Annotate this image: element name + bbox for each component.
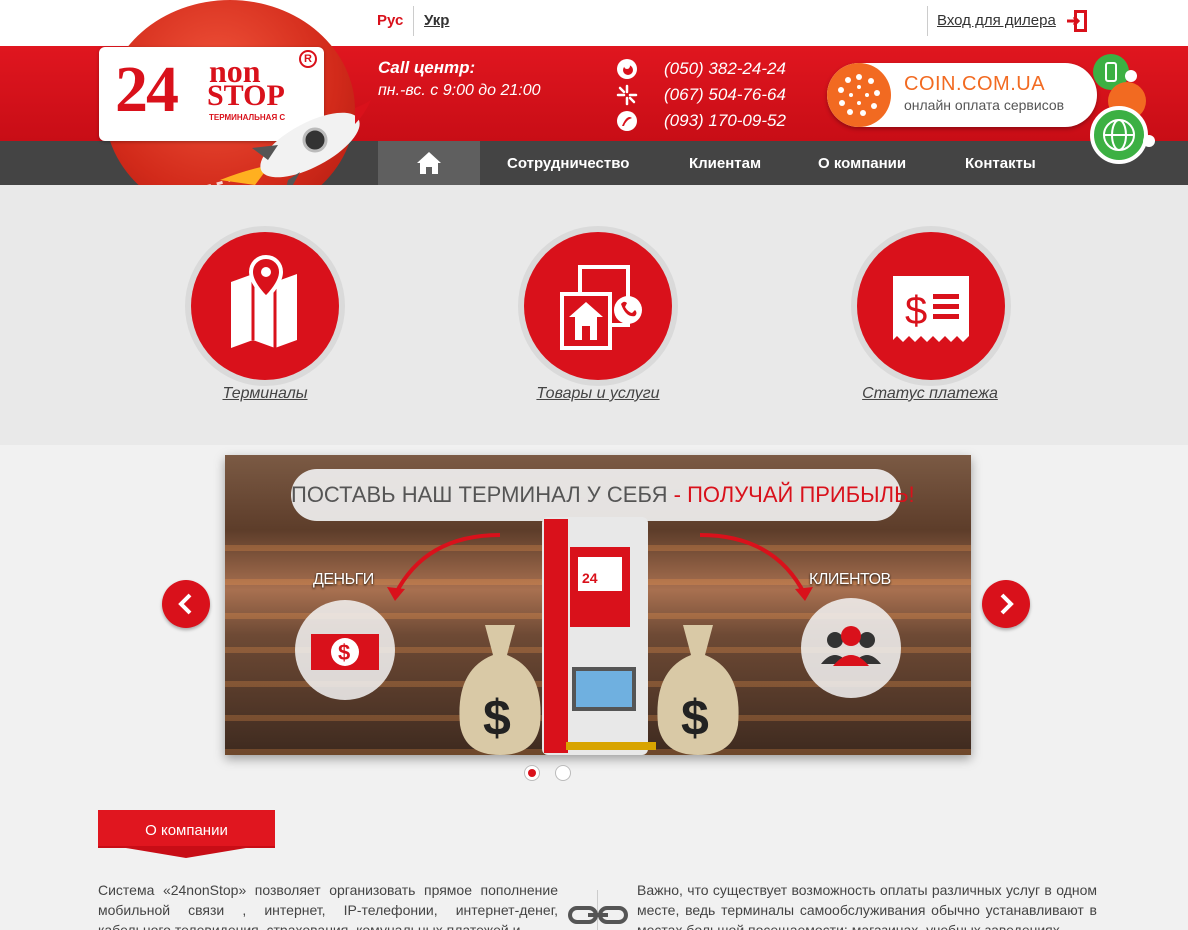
- phone-kyivstar[interactable]: (067) 504-76-64: [664, 85, 786, 105]
- service-terminals-label[interactable]: Терминалы: [165, 385, 365, 403]
- chain-link-icon: [568, 906, 628, 924]
- svg-text:$: $: [681, 690, 709, 746]
- people-group-icon: [821, 626, 881, 666]
- globe-icon: [1090, 106, 1148, 164]
- slider-headline: ПОСТАВЬ НАШ ТЕРМИНАЛ У СЕБЯ - ПОЛУЧАЙ ПР…: [291, 469, 915, 521]
- login-door-icon[interactable]: [1066, 9, 1088, 33]
- service-payment-status-label[interactable]: Статус платежа: [830, 385, 1030, 403]
- promo-slider: ПОСТАВЬ НАШ ТЕРМИНАЛ У СЕБЯ - ПОЛУЧАЙ ПР…: [225, 455, 971, 755]
- coin-title: COIN.COM.UA: [904, 73, 1046, 95]
- vodafone-icon: [617, 59, 637, 79]
- svg-text:$: $: [338, 640, 350, 665]
- lang-uk-link[interactable]: Укр: [424, 12, 449, 29]
- phone-vodafone[interactable]: (050) 382-24-24: [664, 59, 786, 79]
- money-label: ДЕНЬГИ: [313, 571, 374, 588]
- clients-label: КЛИЕНТОВ: [809, 571, 891, 588]
- money-bag-left-icon: $: [459, 625, 541, 755]
- kyivstar-icon: [616, 84, 638, 106]
- nav-item-cooperation[interactable]: Сотрудничество: [507, 155, 629, 172]
- about-right-text: Важно, что существует возможность оплаты…: [637, 882, 1097, 930]
- chevron-right-icon: [1000, 593, 1014, 615]
- slider-dot-1[interactable]: [524, 765, 540, 781]
- goods-services-icon: [560, 265, 642, 350]
- slider-dot-2[interactable]: [555, 765, 571, 781]
- service-goods-label[interactable]: Товары и услуги: [498, 385, 698, 403]
- registered-mark: R: [299, 50, 317, 68]
- lifecell-icon: [617, 111, 637, 131]
- dealer-divider: [927, 6, 928, 36]
- nav-item-contacts[interactable]: Контакты: [965, 155, 1036, 172]
- service-payment-status[interactable]: $: [851, 226, 1011, 386]
- terminal-badge-text: 24: [582, 570, 598, 586]
- receipt-icon: $: [893, 276, 969, 342]
- chevron-left-icon: [178, 593, 192, 615]
- phone-lifecell[interactable]: (093) 170-09-52: [664, 111, 786, 131]
- service-goods[interactable]: [518, 226, 678, 386]
- decor-dot: [1143, 135, 1155, 147]
- nav-home-button[interactable]: [378, 141, 480, 185]
- terminal-image: 24: [542, 517, 656, 755]
- service-terminals[interactable]: [185, 226, 345, 386]
- about-section-title: О компании: [145, 822, 228, 839]
- headline-part1: ПОСТАВЬ НАШ ТЕРМИНАЛ У СЕБЯ: [291, 482, 668, 507]
- money-bag-right-icon: $: [657, 625, 739, 755]
- clients-bubble: [801, 598, 901, 698]
- about-left-text: Система «24nonStop» позволяет организова…: [98, 882, 558, 930]
- arrow-to-clients-icon: [699, 533, 813, 601]
- nav-item-about[interactable]: О компании: [818, 155, 906, 172]
- svg-text:$: $: [483, 690, 511, 746]
- money-bubble: $: [295, 600, 395, 700]
- slider-prev-button[interactable]: [162, 580, 210, 628]
- headline-part2: ПОЛУЧАЙ ПРИБЫЛЬ!: [687, 482, 915, 507]
- dollar-banknote-icon: $: [311, 634, 379, 670]
- arrow-to-money-icon: [387, 533, 501, 601]
- lang-ru-link[interactable]: Рус: [377, 12, 403, 29]
- coin-subtitle: онлайн оплата сервисов: [904, 97, 1065, 113]
- call-center-hours: пн.-вс. с 9:00 до 21:00: [378, 82, 541, 99]
- coin-logo-icon: [827, 63, 891, 127]
- headline-dash: -: [667, 482, 688, 507]
- call-center-title: Call центр:: [378, 58, 476, 77]
- lang-divider: [413, 6, 414, 36]
- home-icon: [417, 152, 441, 174]
- nav-item-clients[interactable]: Клиентам: [689, 155, 761, 172]
- map-pin-icon: [231, 254, 297, 348]
- decor-dot: [1125, 70, 1137, 82]
- svg-text:$: $: [905, 289, 927, 333]
- slider-next-button[interactable]: [982, 580, 1030, 628]
- dealer-login-link[interactable]: Вход для дилера: [937, 12, 1056, 29]
- coin-banner-link[interactable]: COIN.COM.UA онлайн оплата сервисов: [827, 63, 1097, 127]
